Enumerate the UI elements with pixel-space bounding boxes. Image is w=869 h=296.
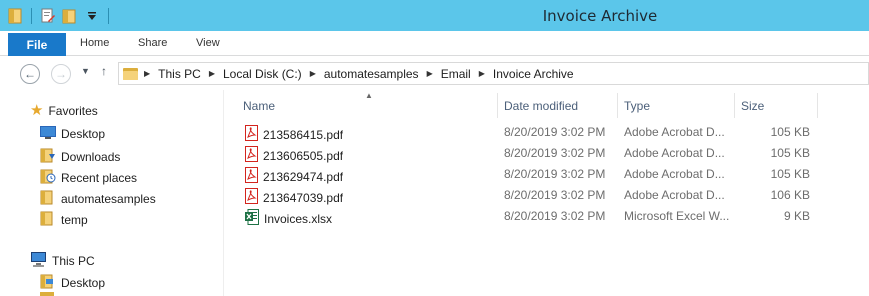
arrow-up-icon: ↑ [101, 64, 107, 78]
file-type: Adobe Acrobat D... [624, 167, 725, 181]
navigation-bar: ← → ▼ ↑ ▶ This PC ▶ Local Disk (C:) ▶ au… [0, 57, 869, 89]
excel-file-icon [245, 209, 259, 228]
file-name: 213647039.pdf [263, 190, 344, 205]
nav-label: Desktop [61, 127, 106, 141]
pdf-file-icon [245, 146, 258, 165]
column-header-date-modified[interactable]: Date modified [498, 93, 618, 118]
nav-item-favorites[interactable]: ★ Favorites [30, 102, 98, 119]
window-title: Invoice Archive [542, 7, 658, 25]
folder-icon [123, 67, 138, 80]
breadcrumb-this-pc[interactable]: This PC [158, 67, 201, 81]
recent-locations-dropdown[interactable]: ▼ [81, 66, 90, 76]
arrow-left-icon: ← [24, 67, 36, 81]
nav-label: Recent places [61, 170, 138, 185]
file-name: 213606505.pdf [263, 148, 344, 163]
chevron-right-icon: ▶ [144, 69, 151, 78]
breadcrumb-automatesamples[interactable]: automatesamples [324, 67, 419, 81]
pdf-file-icon [245, 167, 258, 186]
pdf-file-icon [245, 188, 258, 207]
nav-label: automatesamples [61, 191, 156, 206]
chevron-right-icon[interactable]: ▶ [479, 69, 485, 78]
file-type: Microsoft Excel W... [624, 209, 730, 223]
properties-button[interactable] [39, 7, 57, 25]
desktop-icon [40, 126, 56, 142]
file-name: Invoices.xlsx [264, 211, 333, 226]
file-row[interactable]: 213629474.pdf 8/20/2019 3:02 PM Adobe Ac… [239, 164, 819, 185]
recent-places-icon [40, 168, 56, 187]
file-date: 8/20/2019 3:02 PM [504, 209, 606, 223]
navigation-pane: ★ Favorites Desktop Downloads Recent pla… [0, 90, 224, 296]
address-bar[interactable]: ▶ This PC ▶ Local Disk (C:) ▶ automatesa… [118, 62, 869, 85]
folder-icon [40, 273, 56, 292]
folder-icon [40, 189, 56, 208]
chevron-right-icon[interactable]: ▶ [209, 69, 215, 78]
file-size: 105 KB [770, 125, 810, 139]
pdf-file-icon [245, 125, 258, 144]
nav-label: This PC [52, 254, 95, 268]
nav-item-desktop[interactable]: Desktop [40, 126, 105, 142]
file-size: 105 KB [770, 167, 810, 181]
quick-access-toolbar [6, 6, 112, 26]
file-type: Adobe Acrobat D... [624, 125, 725, 139]
file-row[interactable]: 213647039.pdf 8/20/2019 3:02 PM Adobe Ac… [239, 185, 819, 206]
nav-label: Downloads [61, 149, 121, 164]
file-size: 9 KB [783, 209, 810, 223]
breadcrumb-local-disk[interactable]: Local Disk (C:) [223, 67, 302, 81]
new-folder-button[interactable] [61, 7, 79, 25]
file-row[interactable]: 213606505.pdf 8/20/2019 3:02 PM Adobe Ac… [239, 143, 819, 164]
breadcrumb-invoice-archive[interactable]: Invoice Archive [493, 67, 574, 81]
ribbon-tabs: File Home Share View [0, 31, 869, 56]
file-list-view: ▲ Name Date modified Type Size 213586415… [225, 90, 869, 296]
nav-label: Favorites [48, 104, 98, 118]
nav-item-pc-desktop[interactable]: Desktop [40, 273, 105, 292]
file-type: Adobe Acrobat D... [624, 146, 725, 160]
arrow-right-icon: → [55, 67, 67, 81]
file-name: 213629474.pdf [263, 169, 344, 184]
nav-label: Desktop [61, 275, 106, 290]
file-date: 8/20/2019 3:02 PM [504, 188, 606, 202]
file-size: 105 KB [770, 146, 810, 160]
toolbar-separator [31, 8, 32, 24]
file-date: 8/20/2019 3:02 PM [504, 125, 606, 139]
nav-item-temp[interactable]: temp [40, 210, 88, 229]
chevron-right-icon[interactable]: ▶ [310, 69, 316, 78]
nav-item-recent-places[interactable]: Recent places [40, 168, 137, 187]
nav-item-downloads[interactable]: Downloads [40, 147, 120, 166]
folder-icon [40, 210, 56, 229]
star-icon: ★ [30, 102, 44, 119]
file-date: 8/20/2019 3:02 PM [504, 146, 606, 160]
file-date: 8/20/2019 3:02 PM [504, 167, 606, 181]
customize-toolbar-dropdown[interactable] [83, 7, 101, 25]
toolbar-separator [108, 8, 109, 24]
folder-icon [40, 292, 54, 296]
file-name: 213586415.pdf [263, 127, 344, 142]
downloads-folder-icon [40, 147, 56, 166]
chevron-right-icon[interactable]: ▶ [427, 69, 433, 78]
nav-item-this-pc[interactable]: This PC [30, 252, 95, 270]
tab-file[interactable]: File [8, 33, 66, 56]
tab-home[interactable]: Home [80, 37, 109, 49]
nav-item-automatesamples[interactable]: automatesamples [40, 189, 156, 208]
breadcrumb-email[interactable]: Email [441, 67, 471, 81]
file-type: Adobe Acrobat D... [624, 188, 725, 202]
file-size: 106 KB [770, 188, 810, 202]
tab-view[interactable]: View [196, 37, 220, 49]
column-header-type[interactable]: Type [618, 93, 735, 118]
up-button[interactable]: ↑ [101, 64, 107, 78]
tab-share[interactable]: Share [138, 37, 167, 49]
title-bar: Invoice Archive [0, 0, 869, 31]
forward-button[interactable]: → [51, 64, 71, 84]
folder-icon [6, 7, 24, 25]
column-header-name[interactable]: Name [237, 93, 498, 118]
file-row[interactable]: 213586415.pdf 8/20/2019 3:02 PM Adobe Ac… [239, 122, 819, 143]
column-header-size[interactable]: Size [735, 93, 818, 118]
nav-label: temp [61, 212, 88, 227]
computer-icon [30, 252, 47, 270]
back-button[interactable]: ← [20, 64, 40, 84]
file-row[interactable]: Invoices.xlsx 8/20/2019 3:02 PM Microsof… [239, 206, 819, 227]
